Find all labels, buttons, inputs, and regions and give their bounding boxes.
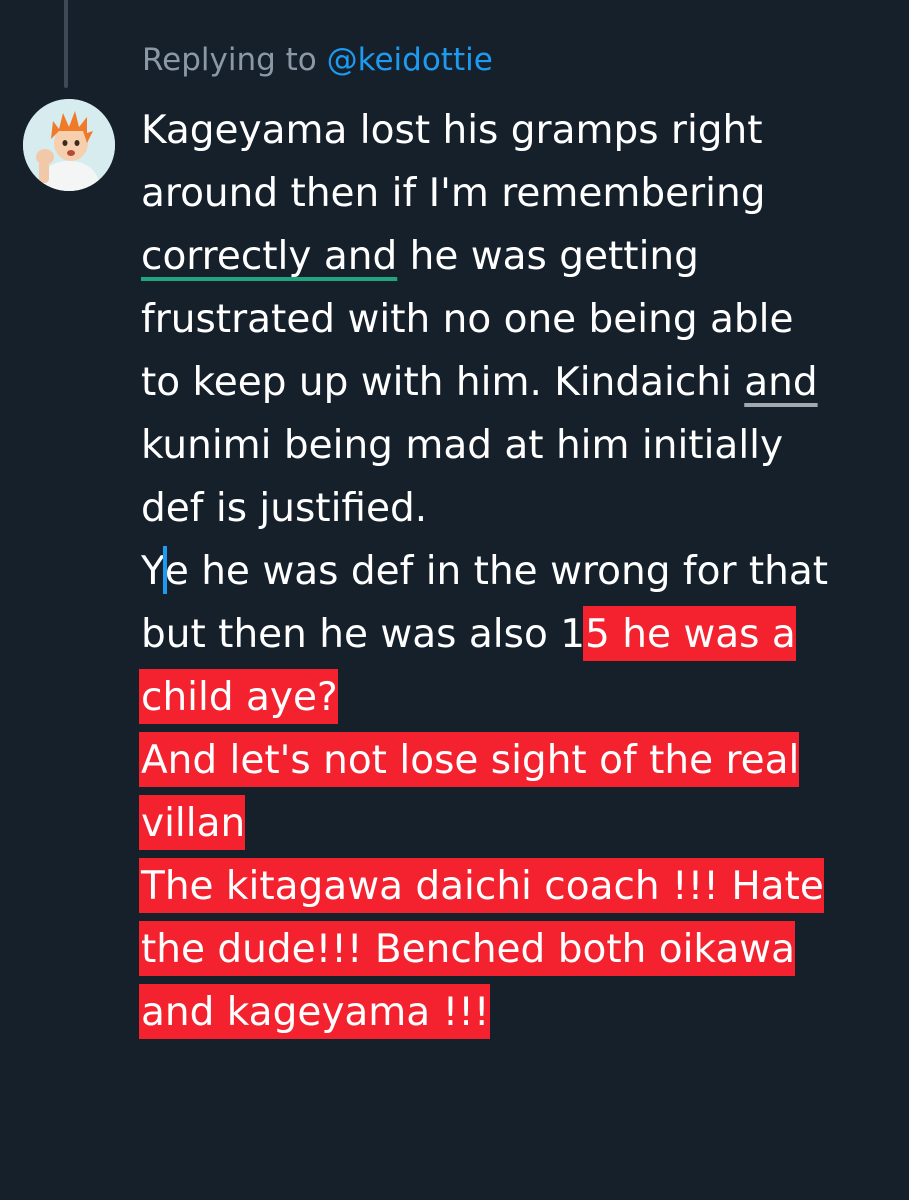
tweet-line: Ye he was def in the wrong for that	[141, 540, 881, 603]
tweet-line: kunimi being mad at him initially	[141, 414, 881, 477]
tweet-line-text: he was getting	[397, 234, 699, 279]
highlighted-text: the dude!!! Benched both oikawa	[139, 921, 796, 976]
tweet-line-text: but then he was also 1	[141, 612, 586, 657]
tweet-line: child aye?	[139, 666, 881, 729]
tweet-line-text: to keep up with him. Kindaichi	[141, 360, 745, 405]
tweet-line-text: def is justified.	[141, 486, 428, 531]
tweet-line: but then he was also 15 he was a	[141, 603, 881, 666]
avatar-icon	[23, 99, 115, 191]
tweet-line: The kitagawa daichi coach !!! Hate	[139, 855, 881, 918]
tweet-line: And let's not lose sight of the real	[139, 729, 881, 792]
underlined-text: correctly and	[141, 234, 398, 279]
thread-connector-line	[64, 0, 68, 88]
highlighted-text: and kageyama !!!	[139, 984, 490, 1039]
highlighted-text: child aye?	[139, 669, 338, 724]
tweet-text[interactable]: Kageyama lost his gramps right around th…	[139, 99, 881, 1044]
tweet-line-text: around then if I'm remembering	[141, 171, 766, 216]
highlighted-text: 5 he was a	[583, 606, 796, 661]
tweet-line: Kageyama lost his gramps right	[141, 99, 881, 162]
tweet-line-text: Y	[141, 549, 165, 594]
reply-handle-link[interactable]: @keidottie	[327, 42, 493, 78]
underlined-text: and	[744, 360, 818, 405]
tweet-line: and kageyama !!!	[139, 981, 881, 1044]
highlighted-text: And let's not lose sight of the real	[139, 732, 800, 787]
tweet-line-text: kunimi being mad at him initially	[141, 423, 784, 468]
tweet-line: frustrated with no one being able	[141, 288, 881, 351]
highlighted-text: villan	[139, 795, 246, 850]
tweet-line-text: Kageyama lost his gramps right	[141, 108, 763, 153]
tweet-line: def is justified.	[141, 477, 881, 540]
tweet-line: around then if I'm remembering	[141, 162, 881, 225]
highlighted-text: The kitagawa daichi coach !!! Hate	[139, 858, 824, 913]
tweet-line: to keep up with him. Kindaichi and	[141, 351, 881, 414]
tweet-line-text: frustrated with no one being able	[141, 297, 794, 342]
replying-to-label: Replying to	[142, 42, 327, 78]
replying-to-line: Replying to @keidottie	[142, 38, 493, 82]
tweet-line-text: e he was def in the wrong for that	[164, 549, 829, 594]
tweet-line: villan	[139, 792, 881, 855]
tweet-line: correctly and he was getting	[141, 225, 881, 288]
tweet-line: the dude!!! Benched both oikawa	[139, 918, 881, 981]
avatar[interactable]	[23, 99, 115, 191]
